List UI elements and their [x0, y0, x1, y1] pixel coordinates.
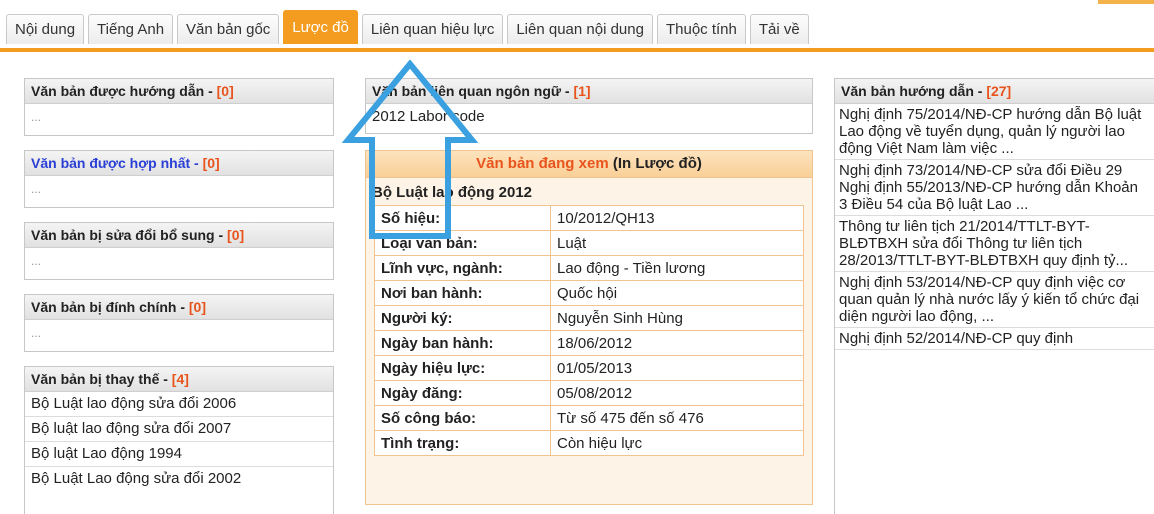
table-row: Ngày hiệu lực: 01/05/2013	[374, 355, 804, 381]
prop-value: 10/2012/QH13	[550, 205, 804, 231]
table-row: Người ký: Nguyễn Sinh Hùng	[374, 305, 804, 331]
prop-key: Nơi ban hành:	[374, 280, 551, 306]
table-row: Ngày ban hành: 18/06/2012	[374, 330, 804, 356]
list-item[interactable]: Thông tư liên tịch 21/2014/TTLT-BYT-BLĐT…	[835, 216, 1154, 272]
table-row: Lĩnh vực, ngành: Lao động - Tiền lương	[374, 255, 804, 281]
empty-placeholder: ...	[31, 182, 42, 196]
panel-title: Văn bản được hướng dẫn -	[31, 83, 217, 99]
list-item[interactable]: Nghị định 73/2014/NĐ-CP sửa đổi Điều 29 …	[835, 160, 1154, 216]
list-item[interactable]: Bộ Luật lao động sửa đổi 2006	[25, 392, 333, 417]
panel-count: [0]	[227, 227, 245, 243]
panel-count: [27]	[986, 83, 1012, 99]
panel-title: Văn bản bị đính chính -	[31, 299, 189, 315]
list-item[interactable]: Nghị định 52/2014/NĐ-CP quy định	[835, 328, 1154, 350]
panel-van-ban-duoc-huong-dan: Văn bản được hướng dẫn - [0] ...	[24, 78, 334, 136]
prop-key: Người ký:	[374, 305, 551, 331]
empty-placeholder: ...	[31, 254, 42, 268]
panel-van-ban-duoc-hop-nhat: Văn bản được hợp nhất - [0] ...	[24, 150, 334, 208]
tab-underline	[0, 48, 1154, 52]
prop-value: Còn hiệu lực	[550, 430, 804, 456]
panel-count: [0]	[216, 83, 234, 99]
panel-title: Văn bản bị thay thế -	[31, 371, 172, 387]
panel-header[interactable]: Văn bản bị đính chính - [0]	[25, 295, 333, 320]
print-diagram-link[interactable]: (In Lược đồ)	[609, 155, 702, 172]
panel-count: [4]	[171, 371, 189, 387]
panel-van-ban-huong-dan: Văn bản hướng dẫn - [27] Nghị định 75/20…	[834, 78, 1154, 514]
prop-value: Luật	[550, 230, 804, 256]
panel-title: Văn bản được hợp nhất -	[31, 155, 203, 171]
table-row: Nơi ban hành: Quốc hội	[374, 280, 804, 306]
panel-header[interactable]: Văn bản được hợp nhất - [0]	[25, 151, 333, 176]
prop-value: Quốc hội	[550, 280, 804, 306]
panel-header[interactable]: Văn bản hướng dẫn - [27]	[835, 79, 1154, 104]
prop-key: Tình trạng:	[374, 430, 551, 456]
panel-van-ban-bi-thay-the: Văn bản bị thay thế - [4] Bộ Luật lao độ…	[24, 366, 334, 514]
prop-value: 05/08/2012	[550, 380, 804, 406]
list-item[interactable]: Bộ luật Lao động 1994	[25, 442, 333, 467]
panel-count: [0]	[202, 155, 220, 171]
panel-van-ban-bi-dinh-chinh: Văn bản bị đính chính - [0] ...	[24, 294, 334, 352]
panel-van-ban-bi-sua-doi: Văn bản bị sửa đổi bổ sung - [0] ...	[24, 222, 334, 280]
prop-value: Từ số 475 đến số 476	[550, 405, 804, 431]
tab-lien-quan-hieu-luc[interactable]: Liên quan hiệu lực	[361, 14, 504, 44]
prop-value: 01/05/2013	[550, 355, 804, 381]
corner-accent	[1098, 0, 1154, 4]
tab-tieng-anh[interactable]: Tiếng Anh	[88, 14, 174, 44]
prop-value: Nguyễn Sinh Hùng	[550, 305, 804, 331]
prop-value: Lao động - Tiền lương	[550, 255, 804, 281]
prop-key: Ngày hiệu lực:	[374, 355, 551, 381]
prop-value: 18/06/2012	[550, 330, 804, 356]
table-row: Ngày đăng: 05/08/2012	[374, 380, 804, 406]
list-item[interactable]: Nghị định 53/2014/NĐ-CP quy định việc cơ…	[835, 272, 1154, 328]
panel-count: [0]	[188, 299, 207, 315]
prop-key: Ngày đăng:	[374, 380, 551, 406]
current-label: Văn bản đang xem	[476, 155, 609, 172]
list-item[interactable]: Bộ Luật Lao động sửa đổi 2002	[25, 467, 333, 491]
table-row: Tình trạng: Còn hiệu lực	[374, 430, 804, 456]
empty-placeholder: ...	[31, 110, 42, 124]
panel-count: [1]	[573, 83, 591, 99]
prop-key: Ngày ban hành:	[374, 330, 551, 356]
tab-tai-ve[interactable]: Tải về	[749, 14, 809, 44]
panel-header[interactable]: Văn bản được hướng dẫn - [0]	[25, 79, 333, 104]
tab-thuoc-tinh[interactable]: Thuộc tính	[656, 14, 746, 44]
prop-key: Lĩnh vực, ngành:	[374, 255, 551, 281]
tab-noi-dung[interactable]: Nội dung	[6, 14, 85, 44]
panel-title: Văn bản hướng dẫn -	[841, 83, 987, 99]
panel-header[interactable]: Văn bản bị sửa đổi bổ sung - [0]	[25, 223, 333, 248]
tab-lien-quan-noi-dung[interactable]: Liên quan nội dung	[507, 14, 653, 44]
top-bar: Nội dung Tiếng Anh Văn bản gốc Lược đồ L…	[0, 0, 1154, 52]
properties-table: Số hiệu: 10/2012/QH13 Loại văn bản: Luật L…	[374, 205, 804, 456]
panel-title: Văn bản bị sửa đổi bổ sung -	[31, 227, 228, 243]
tab-bar: Nội dung Tiếng Anh Văn bản gốc Lược đồ L…	[6, 10, 813, 48]
up-arrow-icon	[341, 60, 479, 239]
list-item[interactable]: Nghị định 75/2014/NĐ-CP hướng dẫn Bộ luậ…	[835, 104, 1154, 160]
table-row: Số công báo: Từ số 475 đến số 476	[374, 405, 804, 431]
tab-van-ban-goc[interactable]: Văn bản gốc	[177, 14, 280, 44]
prop-key: Số công báo:	[374, 405, 551, 431]
tab-luoc-do[interactable]: Lược đồ	[283, 10, 358, 44]
panel-header[interactable]: Văn bản bị thay thế - [4]	[25, 367, 333, 392]
empty-placeholder: ...	[31, 326, 42, 340]
list-item[interactable]: Bộ luật lao động sửa đổi 2007	[25, 417, 333, 442]
